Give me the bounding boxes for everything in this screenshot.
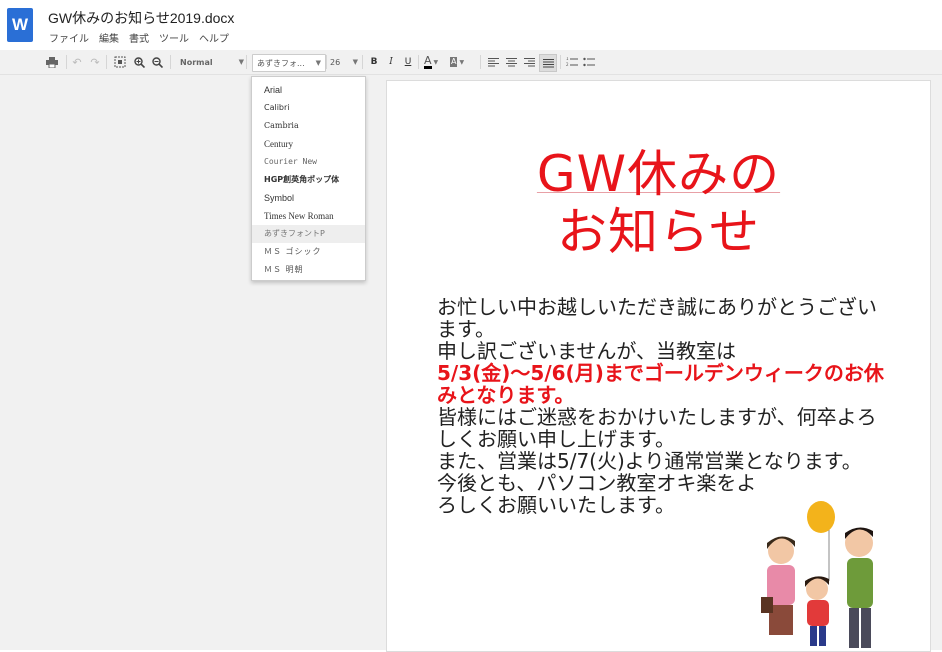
chevron-down-icon: ▼ <box>238 58 245 66</box>
chevron-down-icon: ▼ <box>315 59 321 67</box>
font-option-symbol[interactable]: Symbol <box>252 189 365 207</box>
document-heading[interactable]: GW休みの お知らせ <box>387 145 930 261</box>
underline-button[interactable]: U <box>402 54 414 70</box>
paragraph-style-select[interactable]: Normal ▼ <box>176 54 244 70</box>
body-paragraph: お忙しい中お越しいただき誠にありがとうございます。 <box>437 295 877 341</box>
body-paragraph: 皆様にはご迷惑をおかけいたしますが、何卒よろしくお願い申し上げます。 <box>437 405 877 451</box>
font-size-select[interactable]: 26 ▼ <box>330 54 358 70</box>
app-header: W GW休みのお知らせ2019.docx ファイル 編集 書式 ツール ヘルプ <box>0 0 942 50</box>
menu-format[interactable]: 書式 <box>128 30 150 45</box>
highlight-icon: A <box>450 57 458 67</box>
font-option-times-new-roman[interactable]: Times New Roman <box>252 207 365 225</box>
chevron-down-icon: ▼ <box>352 58 358 66</box>
font-option-hgp-souei[interactable]: HGP創英角ポップ体 <box>252 171 365 189</box>
document-page[interactable]: GW休みの お知らせ お忙しい中お越しいただき誠にありがとうございます。 申し訳… <box>386 80 931 652</box>
toolbar: ↶ ↷ Normal ▼ あずきフォ... ▼ 26 ▼ B I U A ▼ A… <box>0 50 942 75</box>
font-option-century[interactable]: Century <box>252 135 365 153</box>
italic-button[interactable]: I <box>385 54 397 70</box>
menu-edit[interactable]: 編集 <box>98 30 120 45</box>
text-color-button[interactable]: A ▼ <box>424 54 446 70</box>
font-option-cambria[interactable]: Cambria <box>252 117 365 135</box>
font-option-azuki-selected[interactable]: あずきフォントP <box>252 225 365 243</box>
align-center-icon[interactable] <box>504 54 518 70</box>
chevron-down-icon: ▼ <box>459 58 465 66</box>
font-option-arial[interactable]: Arial <box>252 81 365 99</box>
chevron-down-icon: ▼ <box>433 58 439 66</box>
body-paragraph: また、営業は5/7(火)より通常営業となります。 <box>437 449 862 473</box>
font-option-ms-gothic[interactable]: ＭＳ ゴシック <box>252 243 365 261</box>
svg-text:2: 2 <box>566 62 569 67</box>
menu-tools[interactable]: ツール <box>158 30 190 45</box>
font-family-select[interactable]: あずきフォ... ▼ <box>252 54 326 72</box>
style-value: Normal <box>180 57 213 67</box>
undo-icon[interactable]: ↶ <box>70 54 84 70</box>
font-size-value: 26 <box>330 57 341 67</box>
numbered-list-icon[interactable]: 12 <box>565 54 579 70</box>
zoom-out-icon[interactable] <box>150 54 164 70</box>
font-value: あずきフォ... <box>257 58 305 68</box>
font-option-courier-new[interactable]: Courier New <box>252 153 365 171</box>
bullet-list-icon[interactable] <box>582 54 596 70</box>
align-justify-icon[interactable] <box>539 54 557 72</box>
fit-page-icon[interactable] <box>112 54 128 70</box>
word-app-icon[interactable]: W <box>7 8 33 42</box>
svg-text:1: 1 <box>566 57 569 61</box>
print-icon[interactable] <box>44 54 60 70</box>
zoom-in-icon[interactable] <box>132 54 146 70</box>
font-family-dropdown: Arial Calibri Cambria Century Courier Ne… <box>251 76 366 281</box>
bold-button[interactable]: B <box>368 54 380 70</box>
document-body[interactable]: お忙しい中お越しいただき誠にありがとうございます。 申し訳ございませんが、当教室… <box>437 296 887 516</box>
align-right-icon[interactable] <box>522 54 536 70</box>
menu-file[interactable]: ファイル <box>48 30 90 45</box>
menu-help[interactable]: ヘルプ <box>198 30 230 45</box>
redo-icon[interactable]: ↷ <box>88 54 102 70</box>
family-illustration[interactable] <box>759 501 889 651</box>
heading-line-1: GW休みの <box>536 145 781 203</box>
holiday-dates-paragraph: 5/3(金)～5/6(月)までゴールデンウィークのお休みとなります。 <box>437 361 884 407</box>
align-left-icon[interactable] <box>486 54 500 70</box>
heading-line-2: お知らせ <box>557 203 760 261</box>
body-paragraph: 申し訳ございませんが、当教室は <box>437 339 736 363</box>
font-option-calibri[interactable]: Calibri <box>252 99 365 117</box>
text-color-icon: A <box>424 54 432 69</box>
body-paragraph: 今後とも、パソコン教室オキ楽をよろしくお願いいたします。 <box>437 471 757 517</box>
highlight-color-button[interactable]: A ▼ <box>450 54 472 70</box>
menu-bar: ファイル 編集 書式 ツール ヘルプ <box>48 30 230 45</box>
document-title[interactable]: GW休みのお知らせ2019.docx <box>48 8 234 28</box>
font-option-ms-mincho[interactable]: ＭＳ 明朝 <box>252 261 365 279</box>
